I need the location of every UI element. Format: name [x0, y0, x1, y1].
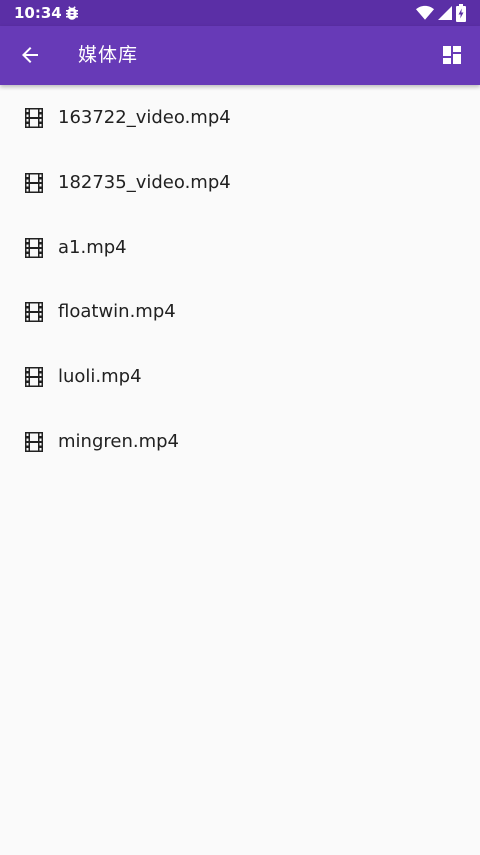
file-item[interactable]: 182735_video.mp4 [0, 150, 480, 215]
media-file-list: 163722_video.mp4 182735_video.mp4 a1.mp4… [0, 85, 480, 474]
cell-signal-icon [438, 6, 452, 20]
file-item[interactable]: 163722_video.mp4 [0, 85, 480, 150]
file-name: mingren.mp4 [58, 430, 179, 452]
film-icon [25, 302, 43, 323]
file-item[interactable]: floatwin.mp4 [0, 279, 480, 344]
file-name: luoli.mp4 [58, 366, 142, 388]
file-item[interactable]: luoli.mp4 [0, 344, 480, 409]
file-name: 182735_video.mp4 [58, 171, 231, 193]
file-name: a1.mp4 [58, 236, 127, 258]
arrow-back-icon [22, 47, 38, 63]
file-item[interactable]: a1.mp4 [0, 215, 480, 280]
bug-icon [66, 6, 78, 20]
wifi-icon [416, 5, 434, 20]
film-icon [25, 237, 43, 258]
back-button[interactable] [10, 35, 50, 75]
status-icons [416, 4, 466, 22]
status-time: 10:34 [14, 4, 62, 22]
film-icon [25, 431, 43, 452]
film-icon [25, 367, 43, 388]
dashboard-icon [443, 46, 461, 64]
file-name: 163722_video.mp4 [58, 107, 231, 128]
status-bar: 10:34 [0, 0, 480, 26]
layout-toggle-button[interactable] [432, 35, 472, 75]
battery-icon [456, 4, 466, 22]
file-item[interactable]: mingren.mp4 [0, 409, 480, 474]
file-name: floatwin.mp4 [58, 301, 176, 323]
page-title: 媒体库 [78, 44, 139, 66]
film-icon [25, 172, 43, 193]
film-icon [25, 108, 43, 128]
app-bar: 媒体库 [0, 26, 480, 85]
